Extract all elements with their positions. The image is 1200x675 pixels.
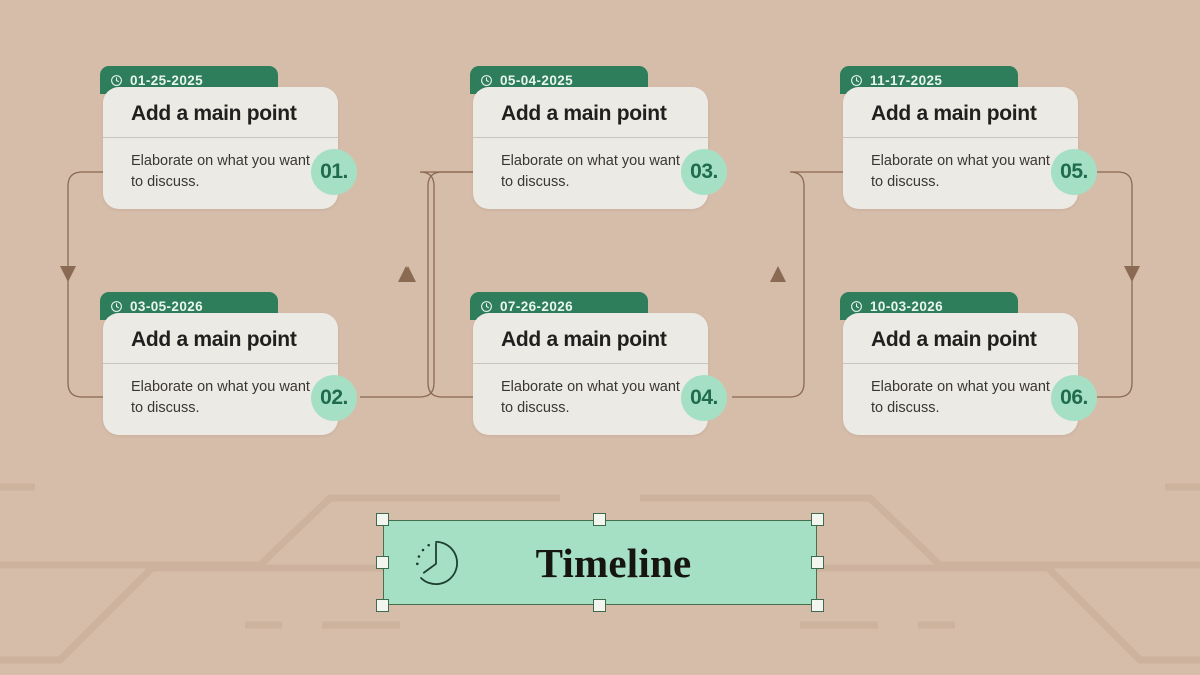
card-date: 07-26-2026 bbox=[500, 298, 574, 314]
connector-arrow-down-farright bbox=[1124, 266, 1140, 282]
connector-02-to-03-path bbox=[360, 171, 482, 398]
card-divider bbox=[103, 136, 338, 138]
selection-handle-bottom-center[interactable] bbox=[593, 599, 606, 612]
card-number-badge: 03. bbox=[681, 149, 727, 195]
selection-handle-top-right[interactable] bbox=[811, 513, 824, 526]
card-title: Add a main point bbox=[501, 102, 667, 125]
card-body: Add a main point Elaborate on what you w… bbox=[473, 87, 708, 210]
slide-canvas: 01-25-2025 Add a main point Elaborate on… bbox=[0, 0, 1200, 675]
selection-handle-top-left[interactable] bbox=[376, 513, 389, 526]
connector-arrow-down-left bbox=[60, 266, 76, 282]
card-date: 10-03-2026 bbox=[870, 298, 944, 314]
selection-handle-middle-right[interactable] bbox=[811, 556, 824, 569]
card-number-badge: 04. bbox=[681, 375, 727, 421]
clock-icon bbox=[851, 300, 862, 312]
card-title: Add a main point bbox=[131, 328, 297, 351]
slide-title: Timeline bbox=[535, 539, 692, 586]
card-date: 03-05-2026 bbox=[130, 298, 204, 314]
card-description: Elaborate on what you want to discuss. bbox=[501, 378, 680, 417]
clock-icon bbox=[481, 300, 492, 312]
clock-icon bbox=[481, 74, 492, 86]
card-description: Elaborate on what you want to discuss. bbox=[131, 378, 310, 417]
card-description: Elaborate on what you want to discuss. bbox=[871, 378, 1050, 417]
clock-icon bbox=[111, 300, 122, 312]
connector-arrow-up-right bbox=[770, 266, 786, 282]
card-number-badge: 05. bbox=[1051, 149, 1097, 195]
card-title: Add a main point bbox=[501, 328, 667, 351]
card-body: Add a main point Elaborate on what you w… bbox=[843, 87, 1078, 210]
connector-arrow-up-midright bbox=[398, 266, 414, 282]
card-body: Add a main point Elaborate on what you w… bbox=[473, 313, 708, 436]
card-date: 01-25-2025 bbox=[130, 72, 204, 88]
card-body: Add a main point Elaborate on what you w… bbox=[103, 313, 338, 436]
clock-icon bbox=[851, 74, 862, 86]
card-divider bbox=[103, 362, 338, 364]
card-title: Add a main point bbox=[871, 328, 1037, 351]
card-divider bbox=[843, 136, 1078, 138]
card-number-badge: 01. bbox=[311, 149, 357, 195]
connector-arrow-up-midleft bbox=[400, 266, 416, 282]
title-banner[interactable]: Timeline bbox=[383, 520, 817, 605]
card-number-badge: 06. bbox=[1051, 375, 1097, 421]
card-description: Elaborate on what you want to discuss. bbox=[501, 152, 680, 191]
card-description: Elaborate on what you want to discuss. bbox=[131, 152, 310, 191]
card-title: Add a main point bbox=[871, 102, 1037, 125]
card-description: Elaborate on what you want to discuss. bbox=[871, 152, 1050, 191]
connector-04-to-05-path bbox=[732, 171, 852, 398]
card-date: 05-04-2025 bbox=[500, 72, 574, 88]
selection-handle-middle-left[interactable] bbox=[376, 556, 389, 569]
title-banner-selection-group[interactable]: Timeline bbox=[376, 513, 824, 612]
card-divider bbox=[473, 136, 708, 138]
card-body: Add a main point Elaborate on what you w… bbox=[843, 313, 1078, 436]
selection-handle-bottom-right[interactable] bbox=[811, 599, 824, 612]
card-title: Add a main point bbox=[131, 102, 297, 125]
card-number-badge: 02. bbox=[311, 375, 357, 421]
card-divider bbox=[473, 362, 708, 364]
clock-icon bbox=[416, 540, 458, 585]
card-divider bbox=[843, 362, 1078, 364]
card-body: Add a main point Elaborate on what you w… bbox=[103, 87, 338, 210]
selection-handle-bottom-left[interactable] bbox=[376, 599, 389, 612]
clock-icon bbox=[111, 74, 122, 86]
card-date: 11-17-2025 bbox=[870, 72, 943, 88]
selection-handle-top-center[interactable] bbox=[593, 513, 606, 526]
